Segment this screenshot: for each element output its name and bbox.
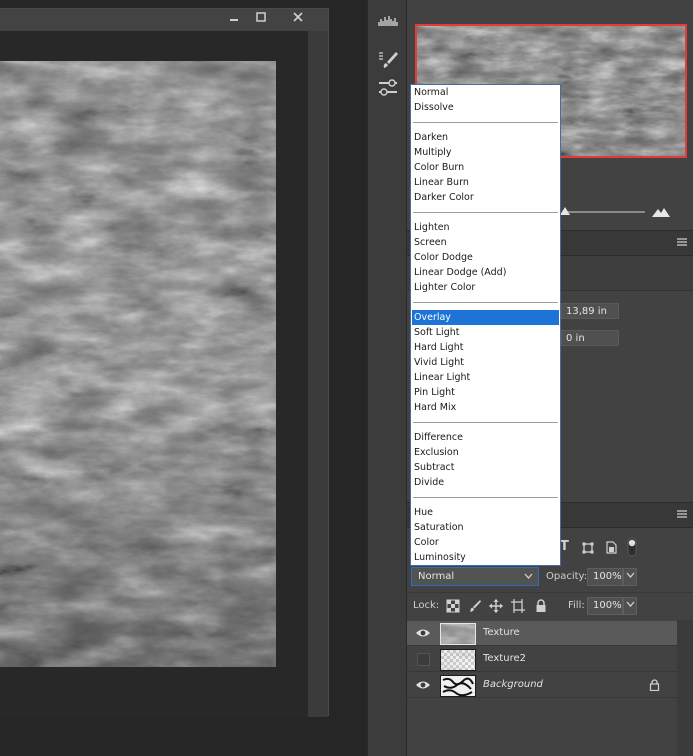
- clone-source-icon: [379, 79, 397, 96]
- blend-option-screen[interactable]: Screen: [412, 235, 559, 250]
- opacity-label: Opacity:: [546, 571, 588, 582]
- fill-dropdown-button[interactable]: [623, 597, 637, 615]
- layers-scrollbar[interactable]: [677, 620, 693, 756]
- blend-option-subtract[interactable]: Subtract: [412, 460, 559, 475]
- panel-menu-icon[interactable]: [677, 237, 687, 247]
- blend-option-linear-burn[interactable]: Linear Burn: [412, 175, 559, 190]
- properties-width-field[interactable]: 13,89 in: [561, 303, 619, 319]
- visibility-toggle-off[interactable]: [417, 653, 430, 666]
- zoom-in-mountain-icon[interactable]: [651, 206, 671, 218]
- filter-toggle-icon[interactable]: [627, 537, 637, 557]
- blend-option-color[interactable]: Color: [412, 535, 559, 550]
- chevron-down-icon: [524, 573, 533, 579]
- layer-thumbnail: [440, 649, 476, 671]
- blend-option-lighten[interactable]: Lighten: [412, 220, 559, 235]
- blend-separator: [413, 302, 558, 303]
- opacity-dropdown-button[interactable]: [623, 568, 637, 586]
- panel-menu-icon[interactable]: [677, 509, 687, 519]
- properties-y-value: 0 in: [566, 333, 585, 344]
- document-window: [0, 8, 329, 717]
- fill-field[interactable]: 100%: [587, 597, 623, 615]
- canvas-area[interactable]: [0, 31, 308, 717]
- blend-option-hard-light[interactable]: Hard Light: [412, 340, 559, 355]
- type-filter-icon[interactable]: T: [560, 539, 569, 554]
- fill-value: 100%: [593, 600, 622, 611]
- chevron-down-icon: [626, 601, 634, 607]
- brush-settings-button[interactable]: [376, 50, 400, 70]
- layer-thumbnail: [440, 623, 476, 645]
- opacity-value: 100%: [593, 571, 622, 582]
- layer-name: Background: [483, 679, 543, 690]
- document-titlebar: [0, 9, 328, 31]
- clone-source-button[interactable]: [376, 78, 400, 98]
- chevron-down-icon: [626, 572, 634, 578]
- layer-row-texture2[interactable]: Texture2: [407, 647, 677, 672]
- blend-option-exclusion[interactable]: Exclusion: [412, 445, 559, 460]
- layer-name: Texture2: [483, 653, 526, 664]
- histogram-button[interactable]: [376, 10, 400, 30]
- blend-option-saturation[interactable]: Saturation: [412, 520, 559, 535]
- histogram-icon: [378, 16, 398, 26]
- properties-width-value: 13,89 in: [566, 306, 607, 317]
- blend-option-soft-light[interactable]: Soft Light: [412, 325, 559, 340]
- blend-option-lighter-color[interactable]: Lighter Color: [412, 280, 559, 295]
- document-canvas[interactable]: [0, 61, 276, 667]
- blend-option-normal[interactable]: Normal: [412, 85, 559, 100]
- blend-option-overlay[interactable]: Overlay: [412, 310, 559, 325]
- close-button[interactable]: [286, 11, 310, 27]
- lock-transparent-pixels-icon[interactable]: [446, 599, 460, 613]
- brush-settings-icon: [379, 52, 398, 68]
- minimize-button[interactable]: [222, 11, 246, 27]
- properties-y-field[interactable]: 0 in: [561, 330, 619, 346]
- grunge-texture-image: [0, 61, 276, 667]
- lock-icon: [649, 679, 660, 691]
- lock-position-icon[interactable]: [489, 599, 503, 613]
- document-vertical-scrollbar[interactable]: [308, 31, 327, 717]
- lock-artboard-icon[interactable]: [511, 599, 525, 613]
- blend-option-difference[interactable]: Difference: [412, 430, 559, 445]
- eye-icon[interactable]: [415, 679, 431, 691]
- blend-option-pin-light[interactable]: Pin Light: [412, 385, 559, 400]
- zoom-slider[interactable]: [565, 211, 645, 213]
- shape-filter-icon[interactable]: [582, 542, 594, 554]
- minimize-icon: [230, 19, 238, 21]
- eye-icon[interactable]: [415, 627, 431, 639]
- smart-object-filter-icon[interactable]: [605, 541, 617, 554]
- opacity-field[interactable]: 100%: [587, 568, 623, 586]
- layer-name: Texture: [483, 627, 520, 638]
- blend-separator: [413, 422, 558, 423]
- maximize-icon: [256, 12, 266, 22]
- blend-option-color-burn[interactable]: Color Burn: [412, 160, 559, 175]
- blend-separator: [413, 122, 558, 123]
- blend-separator: [413, 212, 558, 213]
- blend-option-luminosity[interactable]: Luminosity: [412, 550, 559, 565]
- blend-option-linear-light[interactable]: Linear Light: [412, 370, 559, 385]
- blend-option-darken[interactable]: Darken: [412, 130, 559, 145]
- lock-row: Lock: Fill: 100%: [407, 592, 693, 619]
- panel-icon-strip: [367, 0, 407, 756]
- blend-option-vivid-light[interactable]: Vivid Light: [412, 355, 559, 370]
- lock-all-icon[interactable]: [534, 599, 548, 613]
- blend-option-darker-color[interactable]: Darker Color: [412, 190, 559, 205]
- lock-label: Lock:: [413, 600, 440, 611]
- blend-option-dissolve[interactable]: Dissolve: [412, 100, 559, 115]
- fill-label: Fill:: [568, 600, 585, 611]
- blend-option-hue[interactable]: Hue: [412, 505, 559, 520]
- layer-row-texture[interactable]: Texture: [407, 621, 677, 646]
- blend-option-multiply[interactable]: Multiply: [412, 145, 559, 160]
- blend-mode-dropdown-list: Normal Dissolve Darken Multiply Color Bu…: [410, 84, 561, 566]
- lock-image-pixels-icon[interactable]: [467, 599, 481, 613]
- blend-separator: [413, 497, 558, 498]
- blend-option-divide[interactable]: Divide: [412, 475, 559, 490]
- layer-row-background[interactable]: Background: [407, 673, 677, 698]
- maximize-button[interactable]: [249, 11, 273, 27]
- blend-mode-select[interactable]: Normal: [411, 567, 539, 586]
- close-icon: [293, 12, 303, 22]
- blend-mode-value: Normal: [418, 571, 455, 582]
- layer-thumbnail: [440, 675, 476, 697]
- blend-option-color-dodge[interactable]: Color Dodge: [412, 250, 559, 265]
- blend-option-hard-mix[interactable]: Hard Mix: [412, 400, 559, 415]
- blend-option-linear-dodge[interactable]: Linear Dodge (Add): [412, 265, 559, 280]
